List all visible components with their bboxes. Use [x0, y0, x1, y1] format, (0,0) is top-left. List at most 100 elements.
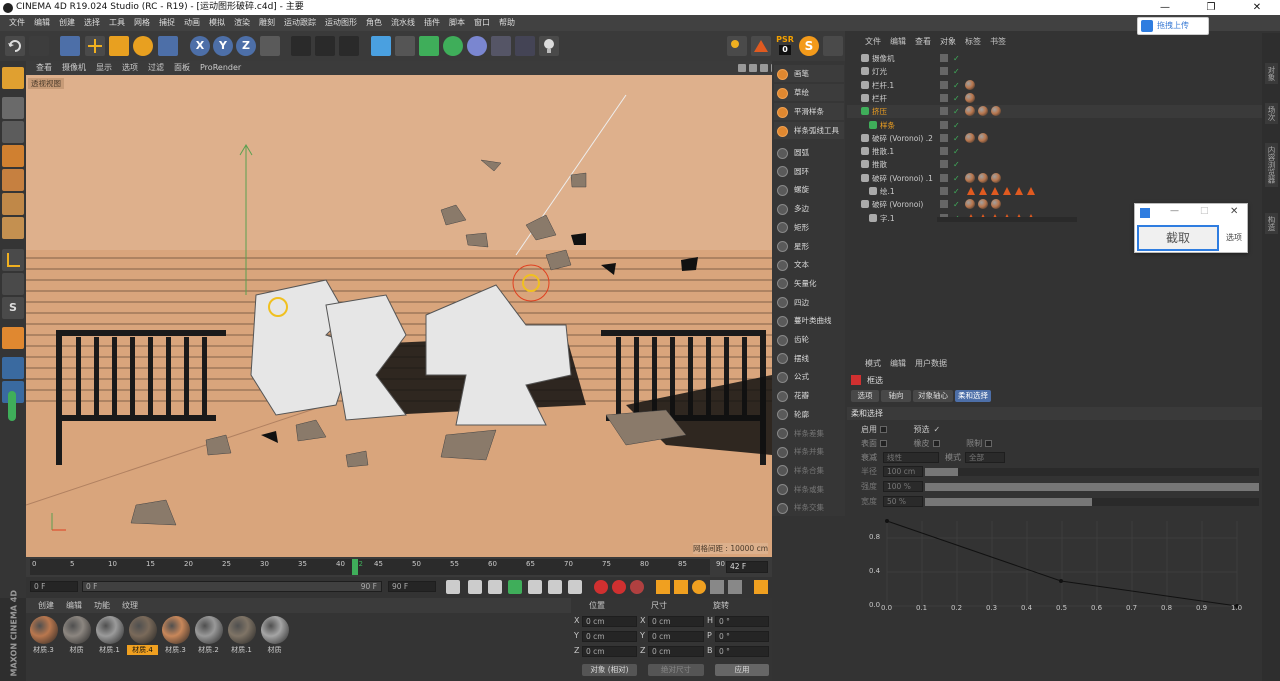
menu-item[interactable]: 工具	[109, 18, 125, 27]
recent-tools-icon[interactable]	[158, 36, 178, 56]
maximize-button[interactable]: ❐	[1188, 0, 1234, 15]
menu-item[interactable]: 捕捉	[159, 18, 175, 27]
material-tag-icon[interactable]	[978, 106, 988, 117]
layer-dot-icon[interactable]	[940, 147, 948, 156]
minimize-button[interactable]: —	[1142, 0, 1188, 15]
attribute-tab[interactable]: 对象轴心	[913, 390, 953, 402]
material-menu-item[interactable]: 编辑	[66, 601, 82, 610]
menu-item[interactable]: 模拟	[209, 18, 225, 27]
undo-icon[interactable]	[5, 36, 25, 56]
scale-icon[interactable]	[109, 36, 129, 56]
material-tag-icon[interactable]	[991, 106, 1001, 117]
model-mode-icon[interactable]	[2, 97, 24, 119]
enable-checkbox[interactable]	[880, 426, 887, 433]
coordinate-system-icon[interactable]	[260, 36, 280, 56]
material-swatch[interactable]: 材质.3	[160, 615, 191, 657]
material-tag-icon[interactable]	[965, 106, 975, 117]
menu-item[interactable]: 运动跟踪	[284, 18, 316, 27]
mograph-tag-icon[interactable]	[979, 187, 987, 195]
edges-mode-icon[interactable]	[2, 193, 24, 215]
material-swatch[interactable]: 材质.3	[28, 615, 59, 657]
strength-slider[interactable]	[925, 483, 1259, 491]
strength-field[interactable]: 100 %	[883, 481, 923, 492]
record-keys-icon[interactable]	[594, 580, 608, 594]
menu-item[interactable]: 网格	[134, 18, 150, 27]
cloner-icon[interactable]	[443, 36, 463, 56]
light-icon[interactable]	[539, 36, 559, 56]
material-swatch[interactable]: 材质.1	[226, 615, 257, 657]
layer-dot-icon[interactable]	[940, 160, 948, 169]
object-menu-item[interactable]: 书签	[990, 37, 1006, 46]
visibility-check-icon[interactable]: ✓	[953, 119, 960, 132]
material-tag-icon[interactable]	[991, 172, 1001, 183]
rotate-view-icon[interactable]	[749, 64, 757, 72]
material-swatch[interactable]: 材质.2	[193, 615, 224, 657]
upload-button[interactable]: 拖拽上传	[1137, 17, 1209, 35]
size-mode-select[interactable]: 绝对尺寸	[648, 664, 704, 676]
attribute-menu-item[interactable]: 模式	[865, 359, 881, 368]
menu-item[interactable]: 流水线	[391, 18, 415, 27]
tool-22[interactable]: 样条或集	[774, 481, 844, 498]
start-frame-field[interactable]: 0 F	[30, 581, 78, 592]
zoom-view-icon[interactable]	[760, 64, 768, 72]
attribute-menu-item[interactable]: 编辑	[890, 359, 906, 368]
object-row[interactable]: 破碎 (Voronoi) .2 ✓	[847, 132, 1262, 145]
visibility-check-icon[interactable]: ✓	[953, 65, 960, 78]
tool-19[interactable]: 样条差集	[774, 425, 844, 442]
material-tag-icon[interactable]	[978, 132, 988, 143]
size-field[interactable]: 0 cm	[648, 646, 704, 657]
object-row[interactable]: 挤压 ✓	[847, 105, 1262, 119]
tool-17[interactable]: 花瓣	[774, 387, 844, 404]
visibility-check-icon[interactable]: ✓	[953, 145, 960, 158]
object-menu-item[interactable]: 标签	[965, 37, 981, 46]
tool-15[interactable]: 摆线	[774, 350, 844, 367]
live-select-icon[interactable]	[60, 36, 80, 56]
cube-icon[interactable]	[371, 36, 391, 56]
rubber-checkbox[interactable]	[932, 440, 940, 447]
workplane-mode-icon[interactable]	[2, 145, 24, 167]
material-swatch[interactable]: 材质	[61, 615, 92, 657]
material-tag-icon[interactable]	[965, 132, 975, 143]
solo-icon[interactable]	[8, 391, 16, 421]
object-menu-item[interactable]: 查看	[915, 37, 931, 46]
frame-range-slider[interactable]: 0 F 90 F	[82, 581, 382, 592]
visibility-check-icon[interactable]: ✓	[953, 158, 960, 171]
tool-7[interactable]: 多边	[774, 200, 844, 217]
render-settings-icon[interactable]	[339, 36, 359, 56]
material-tag-icon[interactable]	[965, 79, 975, 90]
tool-23[interactable]: 样条交集	[774, 499, 844, 516]
mograph-tag-icon[interactable]	[1015, 187, 1023, 195]
tool-9[interactable]: 星形	[774, 238, 844, 255]
apply-button[interactable]: 应用	[715, 664, 769, 676]
rotation-field[interactable]: 0 °	[715, 631, 769, 642]
object-menu-item[interactable]: 编辑	[890, 37, 906, 46]
key-pla-icon[interactable]	[728, 580, 742, 594]
width-field[interactable]: 50 %	[883, 496, 923, 507]
position-field[interactable]: 0 cm	[582, 616, 637, 627]
menu-item[interactable]: 选择	[84, 18, 100, 27]
tool-14[interactable]: 齿轮	[774, 331, 844, 348]
side-tab[interactable]: 对象	[1265, 63, 1278, 84]
mograph-tag-icon[interactable]	[967, 187, 975, 195]
tool-12[interactable]: 四边	[774, 294, 844, 311]
layer-dot-icon[interactable]	[940, 54, 948, 62]
attribute-tab[interactable]: 柔和选择	[955, 390, 991, 402]
move-icon[interactable]	[85, 36, 105, 56]
menu-item[interactable]: 动画	[184, 18, 200, 27]
sogou-s-icon[interactable]: S	[799, 36, 819, 56]
x-axis-icon[interactable]: X	[190, 36, 210, 56]
make-editable-icon[interactable]	[2, 67, 24, 89]
layer-dot-icon[interactable]	[940, 173, 948, 182]
viewport-menu-item[interactable]: 选项	[122, 63, 138, 72]
play-icon[interactable]	[508, 580, 522, 594]
attribute-tab[interactable]: 选项	[851, 390, 879, 402]
tool-5[interactable]: 圆环	[774, 163, 844, 180]
camera-icon[interactable]	[515, 36, 535, 56]
pen-icon[interactable]	[395, 36, 415, 56]
visibility-check-icon[interactable]: ✓	[953, 185, 960, 198]
material-tag-icon[interactable]	[978, 199, 988, 210]
tool-0[interactable]: 画笔	[774, 65, 844, 82]
visibility-check-icon[interactable]: ✓	[953, 105, 960, 118]
points-mode-icon[interactable]	[2, 169, 24, 191]
object-row[interactable]: 绘.1 ✓	[847, 185, 1262, 198]
